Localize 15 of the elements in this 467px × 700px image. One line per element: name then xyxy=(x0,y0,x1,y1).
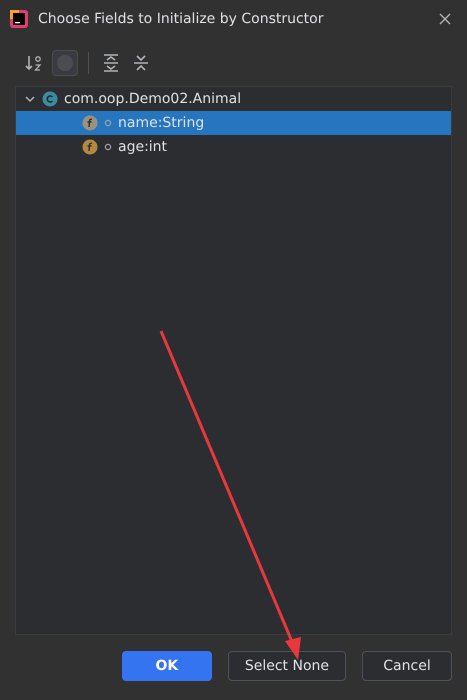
window-title: Choose Fields to Initialize by Constructor xyxy=(38,11,324,27)
tree-row[interactable]: com.oop.Demo02.Animal xyxy=(16,87,451,111)
tree-row[interactable]: name:String xyxy=(16,111,451,135)
close-icon[interactable] xyxy=(439,13,451,25)
dialog-button[interactable]: OK xyxy=(122,651,212,681)
tree-label: com.oop.Demo02.Animal xyxy=(64,91,242,107)
tree-row[interactable]: age:int xyxy=(16,135,451,159)
class-icon xyxy=(42,91,58,107)
visibility-icon xyxy=(104,119,112,127)
tree-label: name:String xyxy=(118,115,204,131)
visibility-icon xyxy=(104,143,112,151)
dialog-button[interactable]: Select None xyxy=(228,651,346,681)
tree-label: age:int xyxy=(118,139,168,155)
dialog-button[interactable]: Cancel xyxy=(362,651,452,681)
app-logo-icon xyxy=(10,10,28,28)
